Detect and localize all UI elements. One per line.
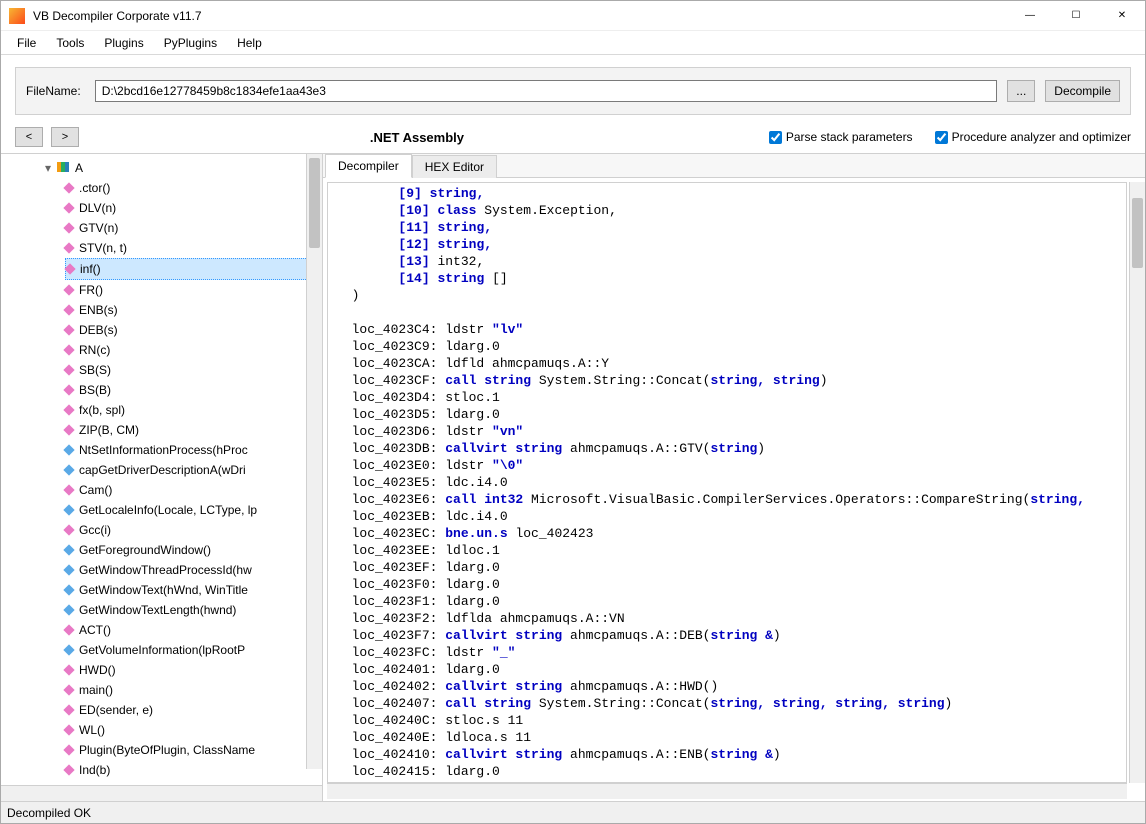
menu-tools[interactable]: Tools [46, 34, 94, 52]
tree-item[interactable]: FR() [65, 280, 322, 300]
tree-item[interactable]: ED(sender, e) [65, 700, 322, 720]
tree-item[interactable]: capGetDriverDescriptionA(wDri [65, 460, 322, 480]
tree-item[interactable]: GetWindowThreadProcessId(hw [65, 560, 322, 580]
main-split: ▾A.ctor()DLV(n)GTV(n)STV(n, t)inf()FR()E… [1, 153, 1145, 801]
menu-file[interactable]: File [7, 34, 46, 52]
tab-hex-editor[interactable]: HEX Editor [412, 155, 497, 178]
tree-item[interactable]: .ctor() [65, 178, 322, 198]
tree-item[interactable]: ACT() [65, 620, 322, 640]
tree-item[interactable]: GetWindowTextLength(hwnd) [65, 600, 322, 620]
menubar: File Tools Plugins PyPlugins Help [1, 31, 1145, 55]
tree-root-node[interactable]: ▾A [45, 158, 322, 178]
tree-item[interactable]: NtSetInformationProcess(hProc [65, 440, 322, 460]
tree-item[interactable]: main() [65, 680, 322, 700]
close-button[interactable]: ✕ [1099, 1, 1145, 31]
tree-item[interactable]: GTV(n) [65, 218, 322, 238]
tree-pane: ▾A.ctor()DLV(n)GTV(n)STV(n, t)inf()FR()E… [1, 154, 323, 801]
tree-item[interactable]: STV(n, t) [65, 238, 322, 258]
menu-pyplugins[interactable]: PyPlugins [154, 34, 227, 52]
tree-item[interactable]: GetVolumeInformation(lpRootP [65, 640, 322, 660]
code-tabs: Decompiler HEX Editor [323, 154, 1145, 178]
tree-scrollbar-horizontal[interactable] [1, 785, 322, 801]
tree-item[interactable]: inf() [65, 258, 322, 280]
optimizer-check-input[interactable] [935, 131, 948, 144]
tree-item[interactable]: HWD() [65, 660, 322, 680]
tree-item[interactable]: SB(S) [65, 360, 322, 380]
tree-item[interactable]: Plugin(ByteOfPlugin, ClassName [65, 740, 322, 760]
browse-button[interactable]: ... [1007, 80, 1035, 102]
parse-stack-check-input[interactable] [769, 131, 782, 144]
tree-item[interactable]: DEB(s) [65, 320, 322, 340]
code-scrollbar-horizontal[interactable] [327, 783, 1127, 799]
tree-item[interactable]: DLV(n) [65, 198, 322, 218]
tree-item[interactable]: BS(B) [65, 380, 322, 400]
minimize-button[interactable]: — [1007, 1, 1053, 31]
tree-item[interactable]: GetLocaleInfo(Locale, LCType, lp [65, 500, 322, 520]
optimizer-checkbox[interactable]: Procedure analyzer and optimizer [935, 130, 1131, 144]
titlebar: VB Decompiler Corporate v11.7 — ☐ ✕ [1, 1, 1145, 31]
tree-item[interactable]: Cam() [65, 480, 322, 500]
parse-stack-checkbox[interactable]: Parse stack parameters [769, 130, 913, 144]
tree-item[interactable]: ENB(s) [65, 300, 322, 320]
tree-item[interactable]: GetWindowText(hWnd, WinTitle [65, 580, 322, 600]
tree-body[interactable]: ▾A.ctor()DLV(n)GTV(n)STV(n, t)inf()FR()E… [1, 154, 322, 785]
statusbar: Decompiled OK [1, 801, 1145, 823]
tree-item[interactable]: WL() [65, 720, 322, 740]
window-title: VB Decompiler Corporate v11.7 [33, 9, 1007, 23]
tree-item[interactable]: ZIP(B, CM) [65, 420, 322, 440]
app-icon [9, 8, 25, 24]
status-text: Decompiled OK [7, 806, 91, 820]
filename-input[interactable] [95, 80, 998, 102]
menu-help[interactable]: Help [227, 34, 272, 52]
tree-scrollbar-vertical[interactable] [306, 154, 322, 769]
menu-plugins[interactable]: Plugins [94, 34, 153, 52]
code-scrollbar-vertical[interactable] [1129, 182, 1145, 783]
code-pane: Decompiler HEX Editor [9] string, [10] c… [323, 154, 1145, 801]
window-controls: — ☐ ✕ [1007, 1, 1145, 31]
parse-stack-label: Parse stack parameters [786, 130, 913, 144]
tree-item[interactable]: RN(c) [65, 340, 322, 360]
filename-label: FileName: [26, 84, 85, 98]
nav-back-button[interactable]: < [15, 127, 43, 147]
tree-item[interactable]: Ind(b) [65, 760, 322, 780]
maximize-button[interactable]: ☐ [1053, 1, 1099, 31]
tree-item[interactable]: Gcc(i) [65, 520, 322, 540]
optimizer-label: Procedure analyzer and optimizer [952, 130, 1131, 144]
tree-item[interactable]: GetForegroundWindow() [65, 540, 322, 560]
filename-section: FileName: ... Decompile [1, 55, 1145, 125]
code-body: [9] string, [10] class System.Exception,… [323, 178, 1145, 801]
nav-forward-button[interactable]: > [51, 127, 79, 147]
assembly-type-label: .NET Assembly [87, 130, 747, 145]
tab-decompiler[interactable]: Decompiler [325, 154, 412, 178]
tree-item[interactable]: fx(b, spl) [65, 400, 322, 420]
decompile-button[interactable]: Decompile [1045, 80, 1120, 102]
code-view[interactable]: [9] string, [10] class System.Exception,… [327, 182, 1127, 783]
info-row: < > .NET Assembly Parse stack parameters… [1, 125, 1145, 153]
